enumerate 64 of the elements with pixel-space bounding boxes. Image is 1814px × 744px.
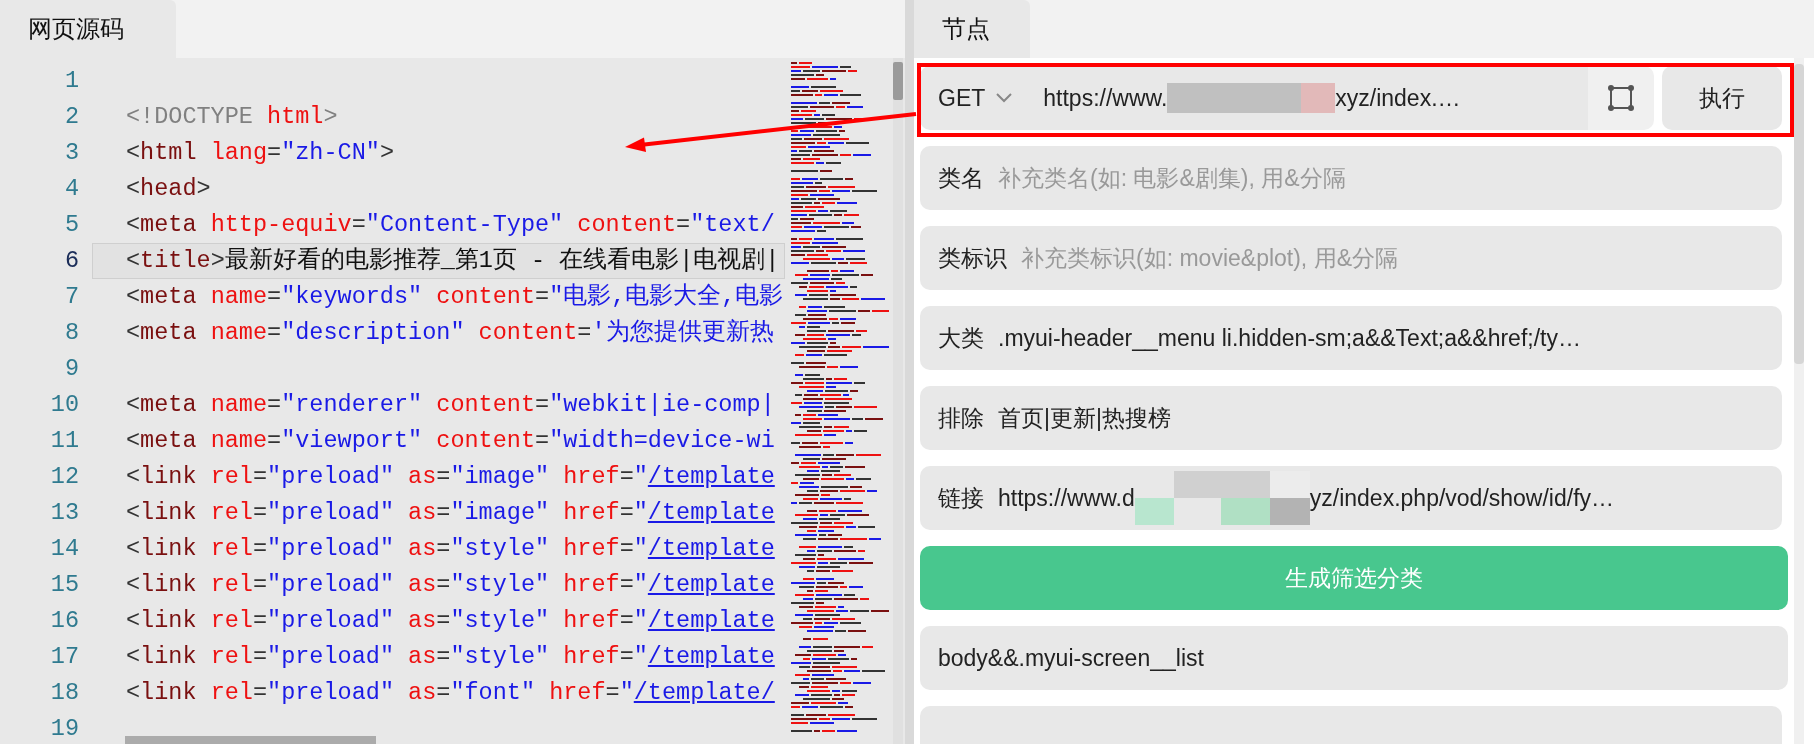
line-number: 19 xyxy=(49,714,80,744)
expand-button[interactable] xyxy=(1588,66,1654,130)
url-text: https://www. xyxy=(1043,83,1168,113)
line-number: 16 xyxy=(49,606,80,636)
line-number: 17 xyxy=(49,642,80,672)
code-line: <link rel="preload" as="style" href="/template xyxy=(125,642,776,672)
line-number: 14 xyxy=(49,534,80,564)
code-line: <meta name="viewport" content="width=device-wi xyxy=(125,426,776,456)
method-select[interactable]: GET xyxy=(938,80,994,116)
line-number: 8 xyxy=(63,318,80,348)
line-number: 10 xyxy=(49,390,80,420)
source-tab[interactable]: 网页源码 xyxy=(0,0,176,58)
url-field[interactable]: https://www. xyz/index.… xyxy=(1043,80,1588,116)
code-line: <!DOCTYPE html> xyxy=(125,102,339,132)
code-line: <link rel="preload" as="image" href="/template xyxy=(125,498,776,528)
rule-field[interactable]: body&&.myui-screen__list xyxy=(920,626,1788,690)
input-field[interactable]: 补充类名(如: 电影&剧集), 用&分隔 xyxy=(998,160,1764,196)
input-field[interactable]: 补充类标识(如: movie&plot), 用&分隔 xyxy=(1021,240,1764,276)
line-number: 2 xyxy=(63,102,80,132)
line-number: 1 xyxy=(63,66,80,96)
form-field[interactable]: 大类 .myui-header__menu li.hidden-sm;a&&Text;a&&href;/ty… xyxy=(920,306,1782,370)
code-line: <link rel="preload" as="style" href="/template xyxy=(125,570,776,600)
form-field[interactable]: 类标识 补充类标识(如: movie&plot), 用&分隔 xyxy=(920,226,1782,290)
run-button[interactable]: 执行 xyxy=(1662,66,1782,130)
code-line: <link rel="preload" as="font" href="/template/ xyxy=(125,678,776,708)
line-number: 4 xyxy=(63,174,80,204)
code-line: <meta name="description" content='为您提供更新热 xyxy=(125,318,775,348)
splitter[interactable] xyxy=(905,0,914,744)
url-text: xyz/index.… xyxy=(1335,83,1461,113)
line-number: 7 xyxy=(63,282,80,312)
input-field[interactable]: .myui-header__menu li.hidden-sm;a&&Text;a&&href;/ty… xyxy=(998,320,1764,356)
form-field[interactable]: 排除 首页|更新|热搜榜 xyxy=(920,386,1782,450)
line-number: 18 xyxy=(49,678,80,708)
input-field[interactable]: 首页|更新|热搜榜 xyxy=(998,400,1764,436)
line-number: 12 xyxy=(49,462,80,492)
form-field[interactable]: 链接 https://www.d yz/index.php/vod/show/id/fy… xyxy=(920,466,1782,530)
code-line: <link rel="preload" as="style" href="/template xyxy=(125,606,776,636)
code-line: <link rel="preload" as="style" href="/template xyxy=(125,534,776,564)
line-number: 13 xyxy=(49,498,80,528)
line-number: 6 xyxy=(63,246,80,276)
line-number: 11 xyxy=(49,426,80,456)
field-value: yz/index.php/vod/show/id/fy… xyxy=(1309,483,1615,513)
field-label: 大类 xyxy=(938,323,984,353)
code-line: <html lang="zh-CN"> xyxy=(125,138,395,168)
scrollbar-thumb[interactable] xyxy=(1794,64,1804,364)
form-field[interactable]: 类名 补充类名(如: 电影&剧集), 用&分隔 xyxy=(920,146,1782,210)
scrollbar-thumb[interactable] xyxy=(125,736,376,744)
code-line: <link rel="preload" as="image" href="/template xyxy=(125,462,776,492)
scrollbar-thumb[interactable] xyxy=(893,62,903,100)
field-label: 类标识 xyxy=(938,243,1007,273)
code-line: <meta http-equiv="Content-Type" content="text/ xyxy=(125,210,776,240)
line-number: 5 xyxy=(63,210,80,240)
field-label: 链接 xyxy=(938,483,984,513)
expand-icon xyxy=(1607,84,1635,112)
field-label: 排除 xyxy=(938,403,984,433)
node-tab[interactable]: 节点 xyxy=(914,0,1030,58)
field-value: https://www.d xyxy=(998,483,1135,513)
code-line: <meta name="renderer" content="webkit|ie-comp| xyxy=(125,390,776,420)
line-number: 15 xyxy=(49,570,80,600)
code-line: <meta name="keywords" content="电影,电影大全,电影 xyxy=(125,282,785,312)
field-label: 类名 xyxy=(938,163,984,193)
line-number: 3 xyxy=(63,138,80,168)
line-number: 9 xyxy=(63,354,80,384)
code-line: <head> xyxy=(125,174,212,204)
